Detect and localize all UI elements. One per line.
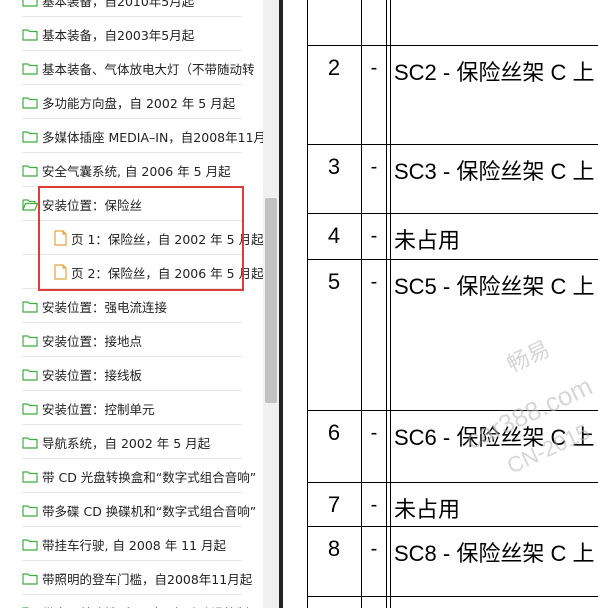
tree-item-label: 带电子差速锁（EDS），加速防滑控制 — [42, 603, 249, 608]
tree-folder-item[interactable]: 安装位置：接线板 — [22, 357, 142, 391]
tree-item-label: 基本装备、气体放电大灯（不带随动转 — [42, 61, 255, 77]
row-description: SC3 - 保险丝架 C 上 — [394, 159, 595, 184]
tree-folder-item[interactable]: 多媒体插座 MEDIA–IN，自2008年11月 — [22, 119, 263, 153]
folder-icon — [22, 0, 38, 7]
tree-item-label: 安全气囊系统, 自 2006 年 5 月起 — [42, 163, 231, 179]
row-dash: - — [370, 271, 378, 293]
table-row-border — [307, 45, 598, 46]
table-row-border — [307, 526, 598, 527]
folder-icon — [22, 368, 38, 381]
row-number: 6 — [327, 420, 341, 445]
folder-icon — [22, 538, 38, 551]
tree-folder-item[interactable]: 基本装备，自2010年5月起 — [22, 0, 194, 17]
tree-item-label: 多媒体插座 MEDIA–IN，自2008年11月 — [42, 129, 263, 145]
row-dash: - — [370, 494, 378, 516]
row-dash: - — [370, 538, 378, 560]
folder-icon — [22, 300, 38, 313]
tree-folder-item[interactable]: 安装位置：接地点 — [22, 323, 142, 357]
folder-icon — [22, 436, 38, 449]
row-description: SC8 - 保险丝架 C 上 — [394, 541, 595, 566]
row-description: SC5 - 保险丝架 C 上 — [394, 274, 595, 299]
folder-icon — [22, 28, 38, 41]
folder-icon — [22, 504, 38, 517]
table-column-divider — [390, 0, 391, 608]
tree-folder-item[interactable]: 安装位置：强电流连接 — [22, 289, 167, 323]
tree-folder-item[interactable]: 带多碟 CD 换碟机和“数字式组合音响” — [22, 493, 256, 527]
table-row-border — [307, 259, 598, 260]
tree-folder-item[interactable]: 安装位置：控制单元 — [22, 391, 155, 425]
tree-item-label: 带挂车行驶, 自 2008 年 11 月起 — [42, 537, 227, 553]
row-number: 4 — [327, 223, 341, 248]
folder-icon — [22, 470, 38, 483]
row-dash: - — [370, 156, 378, 178]
tree-folder-item[interactable]: 基本装备、气体放电大灯（不带随动转 — [22, 51, 255, 85]
folder-icon — [22, 402, 38, 415]
tree-item-label: 带照明的登车门槛，自2008年11月起 — [42, 571, 253, 587]
tree-item-label: 带多碟 CD 换碟机和“数字式组合音响” — [42, 503, 257, 519]
table-row-border — [307, 596, 598, 597]
row-dash: - — [370, 57, 378, 79]
tree-item-label: 基本装备，自2003年5月起 — [42, 27, 195, 43]
tree-folder-item[interactable]: 带 CD 光盘转换盒和“数字式组合音响” — [22, 459, 256, 493]
tree-item-label: 导航系统，自 2002 年 5 月起 — [42, 435, 211, 451]
tree-scrollbar-thumb[interactable] — [265, 198, 277, 403]
folder-open-icon — [22, 198, 38, 211]
folder-icon — [22, 334, 38, 347]
row-description: 未占用 — [394, 497, 461, 522]
folder-icon — [22, 164, 38, 177]
document-view: 2- SC2 - 保险丝架 C 上 3- SC3 - 保险丝架 C 上 4- 未占用 5- S… — [283, 0, 598, 608]
tree-folder-item[interactable]: 多功能方向盘，自 2002 年 5 月起 — [22, 85, 235, 119]
table-row-border — [307, 144, 598, 145]
row-description: SC2 - 保险丝架 C 上 — [394, 60, 595, 85]
tree-item-label: 安装位置：强电流连接 — [42, 299, 168, 315]
tree-item-label: 安装位置：接地点 — [42, 333, 143, 349]
tree-item-label: 带 CD 光盘转换盒和“数字式组合音响” — [42, 469, 257, 485]
row-description: 未占用 — [394, 228, 461, 253]
tree-item-label: 安装位置：控制单元 — [42, 401, 155, 417]
highlight-box — [38, 186, 244, 291]
row-dash: - — [370, 225, 378, 247]
table-row-border — [307, 482, 598, 483]
row-number: 2 — [327, 55, 341, 80]
tree-item-label: 基本装备，自2010年5月起 — [42, 0, 195, 9]
row-number: 7 — [327, 492, 341, 517]
tree-item-label: 多功能方向盘，自 2002 年 5 月起 — [42, 95, 236, 111]
row-number: 8 — [327, 536, 341, 561]
tree-folder-item[interactable]: 基本装备，自2003年5月起 — [22, 17, 194, 51]
watermark-text: 畅易 — [503, 335, 554, 378]
folder-icon — [22, 130, 38, 143]
folder-icon — [22, 62, 38, 75]
tree-folder-item[interactable]: 带挂车行驶, 自 2008 年 11 月起 — [22, 527, 226, 561]
tree-panel: 基本装备，自2010年5月起基本装备，自2003年5月起基本装备、气体放电大灯（… — [0, 0, 263, 608]
row-number: 3 — [327, 154, 341, 179]
row-dash: - — [370, 422, 378, 444]
tree-folder-item[interactable]: 安全气囊系统, 自 2006 年 5 月起 — [22, 153, 231, 187]
tree-folder-item[interactable]: 导航系统，自 2002 年 5 月起 — [22, 425, 210, 459]
tree-folder-item[interactable]: 带照明的登车门槛，自2008年11月起 — [22, 561, 252, 595]
row-number: 5 — [327, 269, 341, 294]
folder-icon — [22, 572, 38, 585]
table-row-border — [307, 213, 598, 214]
tree-item-label: 安装位置：接线板 — [42, 367, 143, 383]
tree-folder-item[interactable]: 带电子差速锁（EDS），加速防滑控制 — [22, 595, 249, 608]
folder-icon — [22, 96, 38, 109]
